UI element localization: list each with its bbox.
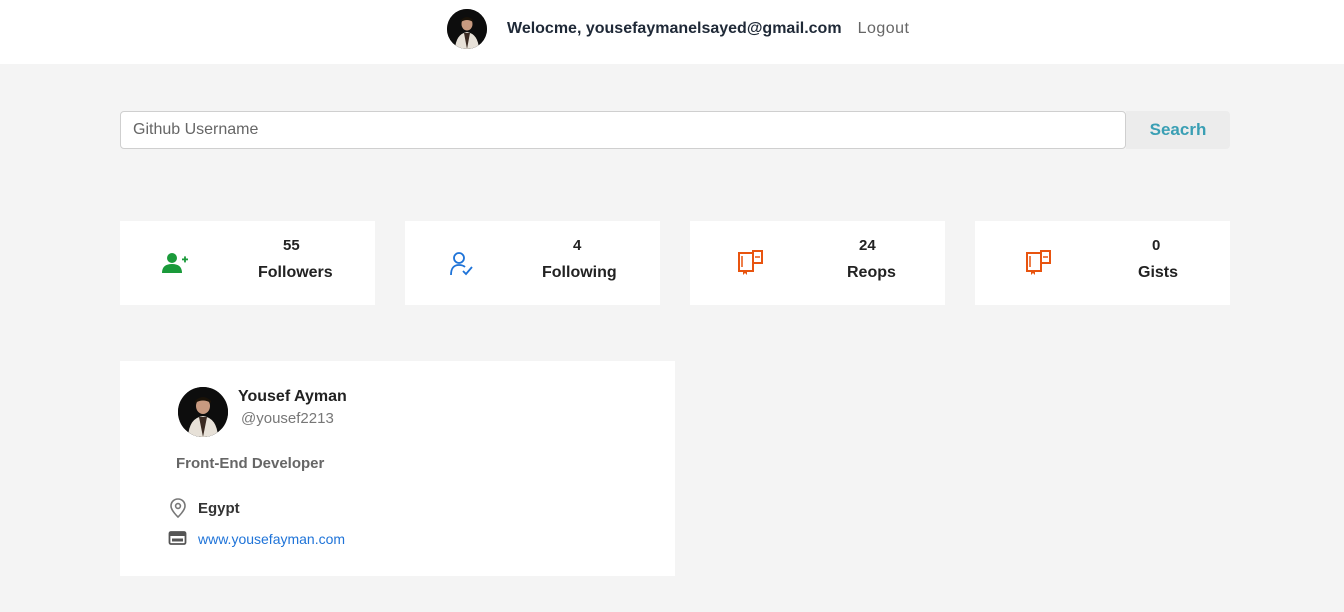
- followers-label: Followers: [258, 264, 333, 281]
- repos-label: Reops: [847, 264, 896, 281]
- profile-website-link[interactable]: www.yousefayman.com: [198, 531, 345, 547]
- following-label: Following: [542, 264, 617, 281]
- repo-book-icon: [737, 249, 767, 275]
- stat-card-following: 4 Following: [405, 221, 660, 305]
- repos-count: 24: [859, 237, 876, 254]
- github-username-input[interactable]: [120, 111, 1126, 149]
- profile-handle: @yousef2213: [241, 410, 334, 427]
- user-avatar: [447, 9, 487, 49]
- profile-bio: Front-End Developer: [176, 455, 325, 472]
- add-user-icon: [160, 251, 190, 277]
- stat-card-gists: 0 Gists: [975, 221, 1230, 305]
- welcome-message: Welocme, yousefaymanelsayed@gmail.com: [507, 20, 842, 37]
- stat-card-repos: 24 Reops: [690, 221, 945, 305]
- user-check-icon: [449, 251, 479, 277]
- gists-count: 0: [1152, 237, 1161, 254]
- stat-card-followers: 55 Followers: [120, 221, 375, 305]
- logout-link[interactable]: Logout: [858, 20, 910, 38]
- following-count: 4: [573, 237, 582, 254]
- gist-book-icon: [1025, 249, 1055, 275]
- gists-label: Gists: [1138, 264, 1179, 281]
- website-icon: [168, 530, 188, 546]
- search-button[interactable]: Seacrh: [1126, 111, 1230, 149]
- navbar-user-area: Welocme, yousefaymanelsayed@gmail.com Lo…: [447, 9, 910, 49]
- profile-avatar: [178, 387, 228, 437]
- followers-count: 55: [283, 237, 300, 254]
- profile-name: Yousef Ayman: [238, 388, 347, 405]
- profile-card: Yousef Ayman @yousef2213 Front-End Devel…: [120, 361, 675, 576]
- location-pin-icon: [168, 498, 188, 519]
- top-navbar: Welocme, yousefaymanelsayed@gmail.com Lo…: [0, 0, 1344, 64]
- profile-location: Egypt: [198, 500, 240, 517]
